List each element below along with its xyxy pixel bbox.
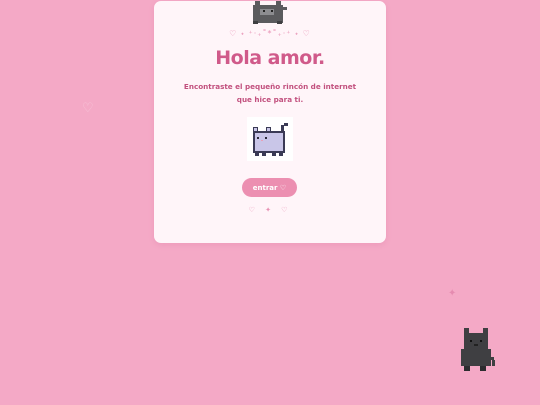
enter-button[interactable]: entrar ♡	[242, 178, 297, 197]
welcome-card: ♡ ˖ ⁺‧₊˚*˚₊‧⁺ ˖ ♡ Hola amor. Encontraste…	[154, 1, 386, 243]
sparkle-row: ♡ ˖ ⁺‧₊˚*˚₊‧⁺ ˖ ♡	[229, 29, 311, 38]
grey-cat-icon	[253, 1, 287, 24]
pixel-cat-icon	[247, 117, 293, 161]
background-heart-icon: ♡	[82, 101, 94, 116]
black-cat-icon	[461, 328, 495, 371]
bottom-decoration: ♡ ✦ ♡	[248, 206, 292, 214]
subtitle: Encontraste el pequeño rincón de interne…	[183, 82, 357, 104]
background-sparkle-icon: ✦	[448, 288, 457, 299]
page-title: Hola amor.	[215, 47, 325, 69]
